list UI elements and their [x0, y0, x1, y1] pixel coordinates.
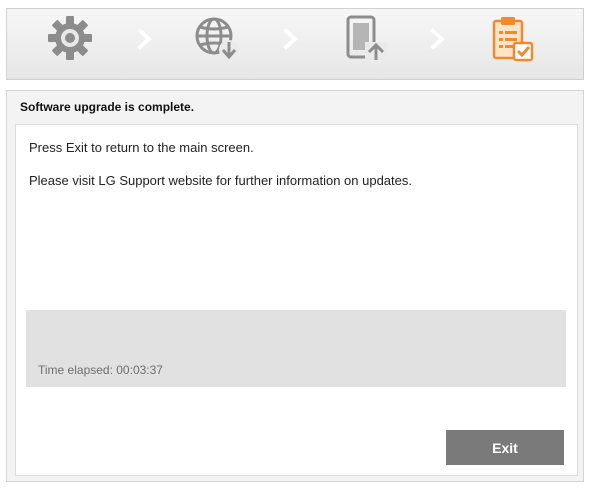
- time-elapsed-label: Time elapsed: 00:03:37: [38, 363, 163, 377]
- exit-button[interactable]: Exit: [446, 430, 564, 465]
- clipboard-check-icon: [492, 17, 534, 62]
- globe-download-icon: [195, 17, 239, 60]
- support-info-text: Please visit LG Support website for furt…: [29, 173, 412, 188]
- chevron-right-icon: [430, 28, 446, 50]
- exit-instruction-text: Press Exit to return to the main screen.: [29, 140, 254, 155]
- gear-icon: [48, 16, 92, 60]
- panel-title: Software upgrade is complete.: [20, 100, 195, 114]
- device-upload-icon: [346, 15, 387, 62]
- chevron-right-icon: [137, 28, 153, 50]
- chevron-right-icon: [283, 28, 299, 50]
